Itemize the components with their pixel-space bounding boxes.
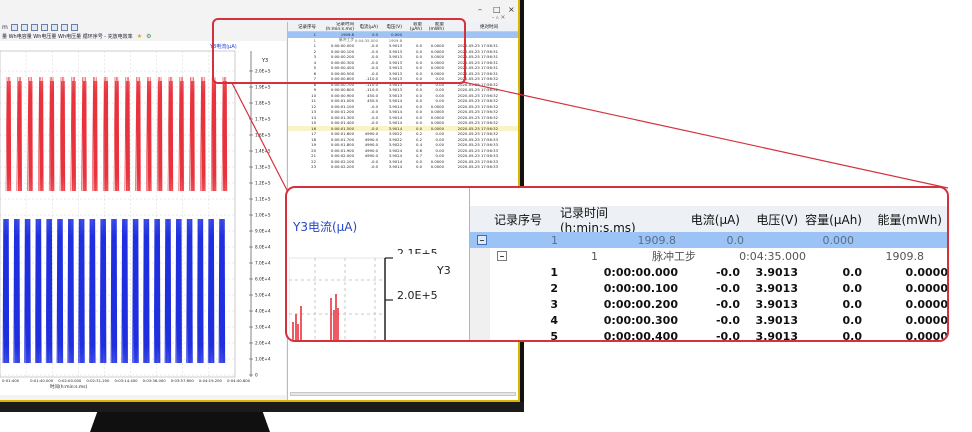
zoom-table-cell: 0.0 bbox=[842, 329, 863, 342]
zoom-table-cell: 0.0 bbox=[842, 281, 863, 295]
zoom-table-cell: 4 bbox=[550, 313, 558, 327]
zoom-table-cell: -0.0 bbox=[715, 265, 740, 279]
callout-source-highlight bbox=[212, 18, 466, 84]
zoom-step-row[interactable]: 1 脉冲工步 0:04:35.000 1909.8 bbox=[470, 248, 947, 264]
zoom-table-cell: 1 bbox=[550, 265, 558, 279]
zoom-table-row[interactable]: 1 0:00:00.000 -0.0 3.9013 0.0 0.0000 bbox=[470, 264, 948, 280]
zoom-table-cell: -0.0 bbox=[715, 297, 740, 311]
collapse-icon[interactable] bbox=[497, 251, 507, 261]
zoom-summary-row[interactable]: 1 1909.8 0.0 0.000 bbox=[470, 232, 947, 248]
zoom-table-cell: 0:00:00.200 bbox=[603, 297, 678, 311]
zoom-header-record-no: 记录序号 bbox=[494, 212, 543, 227]
zoom-table-cell: 0:00:00.400 bbox=[603, 329, 678, 342]
zoom-table-cell: 3.9013 bbox=[755, 313, 798, 327]
zoom-table-row[interactable]: 5 0:00:00.400 -0.0 3.9013 0.0 0.0000 bbox=[470, 328, 948, 342]
zoom-table: 记录序号 记录时间(h:min:s.ms) 电流(μA) 电压(V) 容量(μA… bbox=[469, 188, 948, 342]
zoom-table-cell: 0.0000 bbox=[905, 281, 948, 295]
stage: – □ × - ₀ × m 量 Wh电容量 Wh电压量 Wh电压量 循环序号 -… bbox=[0, 0, 972, 432]
zoom-table-cell: 0:00:00.000 bbox=[603, 265, 678, 279]
collapse-icon[interactable] bbox=[477, 235, 487, 245]
zoom-table-cell: 3.9013 bbox=[755, 297, 798, 311]
zoom-table-row[interactable]: 4 0:00:00.300 -0.0 3.9013 0.0 0.0000 bbox=[470, 312, 948, 328]
zoom-table-cell: 3.9013 bbox=[755, 281, 798, 295]
zoom-table-cell: 0:00:00.100 bbox=[603, 281, 678, 295]
zoom-table-row[interactable]: 2 0:00:00.100 -0.0 3.9013 0.0 0.0000 bbox=[470, 280, 948, 296]
zoom-table-cell: 0:00:00.300 bbox=[603, 313, 678, 327]
zoom-table-cell: 0.0000 bbox=[905, 313, 948, 327]
zoom-table-row[interactable]: 3 0:00:00.200 -0.0 3.9013 0.0 0.0000 bbox=[470, 296, 948, 312]
zoom-table-cell: 0.0 bbox=[842, 265, 863, 279]
zoom-header-energy: 能量(mWh) bbox=[877, 212, 942, 227]
zoom-table-cell: 5 bbox=[550, 329, 558, 342]
zoom-y-tick-top: 2.1E+5 bbox=[397, 248, 438, 254]
zoom-y-tick: 2.0E+5 bbox=[397, 289, 438, 302]
zoom-table-cell: 0.0000 bbox=[905, 265, 948, 279]
zoom-y-axis-label: Y3 bbox=[437, 264, 451, 277]
zoom-table-cell: -0.0 bbox=[715, 329, 740, 342]
zoom-callout: Y3电流(μA) 2.1E+5 Y3 2.0E+5 记录序号 记录时间(h:mi… bbox=[285, 186, 949, 342]
zoom-table-cell: -0.0 bbox=[715, 313, 740, 327]
zoom-table-cell: 0.0000 bbox=[905, 329, 948, 342]
callout-line-right bbox=[462, 81, 949, 189]
zoom-header-voltage: 电压(V) bbox=[756, 212, 798, 227]
zoom-table-cell: 3 bbox=[550, 297, 558, 311]
zoom-header-record-time: 记录时间(h:min:s.ms) bbox=[560, 205, 636, 235]
callout-line-left bbox=[231, 82, 291, 197]
zoom-table-cell: 2 bbox=[550, 281, 558, 295]
zoom-y-axis-title: Y3电流(μA) bbox=[293, 220, 358, 234]
zoom-table-cell: 3.9013 bbox=[755, 329, 798, 342]
zoom-table-cell: -0.0 bbox=[715, 281, 740, 295]
zoom-table-cell: 0.0 bbox=[842, 297, 863, 311]
zoom-table-cell: 0.0000 bbox=[905, 297, 948, 311]
zoom-header-capacity: 容量(μAh) bbox=[805, 212, 862, 227]
zoom-plot-area bbox=[288, 257, 386, 340]
zoom-table-cell: 0.0 bbox=[842, 313, 863, 327]
zoom-header-current: 电流(μA) bbox=[690, 212, 740, 227]
zoom-table-cell: 3.9013 bbox=[755, 265, 798, 279]
zoom-table-header: 记录序号 记录时间(h:min:s.ms) 电流(μA) 电压(V) 容量(μA… bbox=[470, 205, 947, 235]
